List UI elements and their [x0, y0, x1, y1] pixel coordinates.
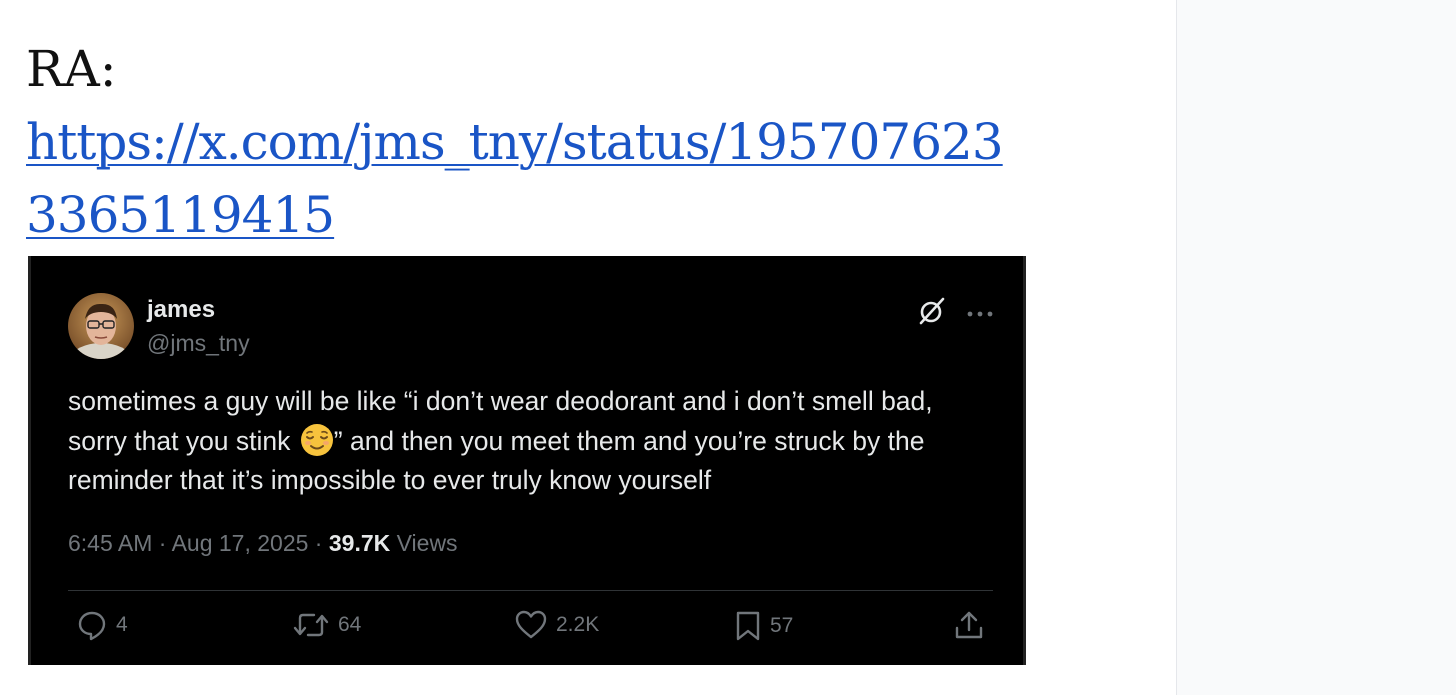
- tweet-time[interactable]: 6:45 AM: [68, 530, 152, 556]
- share-icon: [953, 609, 985, 641]
- repost-count: 64: [338, 613, 362, 636]
- avatar[interactable]: [68, 293, 134, 359]
- side-panel: [1176, 0, 1456, 695]
- author-name[interactable]: james: [147, 296, 215, 324]
- repost-button[interactable]: 64: [292, 609, 361, 641]
- bookmark-button[interactable]: 57: [734, 609, 793, 643]
- meta-separator: ·: [152, 530, 172, 556]
- tweet-meta: 6:45 AM · Aug 17, 2025 · 39.7K Views: [68, 530, 458, 557]
- tweet-top-icons: [917, 296, 993, 331]
- views-label: Views: [396, 530, 458, 556]
- tweet-actions: 4 64 2.2K 57: [68, 609, 993, 649]
- ra-label: RA:: [26, 40, 117, 98]
- tweet-date[interactable]: Aug 17, 2025: [172, 530, 309, 556]
- profile-photo-icon: [68, 293, 134, 359]
- tweet-link[interactable]: https://x.com/jms_tny/status/19570762333…: [26, 106, 1016, 252]
- like-count: 2.2K: [556, 613, 600, 636]
- article-body: RA: https://x.com/jms_tny/status/1957076…: [0, 0, 1176, 695]
- share-button[interactable]: [953, 609, 985, 641]
- bookmark-icon: [734, 609, 762, 643]
- like-button[interactable]: 2.2K: [514, 609, 599, 641]
- more-options-icon[interactable]: [967, 305, 993, 323]
- tweet-text: sometimes a guy will be like “i don’t we…: [68, 382, 998, 501]
- reply-button[interactable]: 4: [76, 609, 128, 641]
- reply-icon: [76, 609, 108, 641]
- meta-separator: ·: [308, 530, 329, 556]
- grok-icon[interactable]: [917, 296, 947, 331]
- bookmark-count: 57: [770, 614, 794, 637]
- embedded-tweet-image[interactable]: james @jms_tny sometimes a guy will be l…: [28, 256, 1026, 665]
- reply-count: 4: [116, 613, 128, 636]
- divider: [68, 590, 993, 591]
- page: RA: https://x.com/jms_tny/status/1957076…: [0, 0, 1456, 695]
- heart-icon: [514, 609, 548, 641]
- views-count: 39.7K: [328, 530, 391, 556]
- author-handle[interactable]: @jms_tny: [147, 330, 250, 357]
- relieved-face-emoji-icon: [300, 423, 334, 457]
- repost-icon: [292, 609, 330, 641]
